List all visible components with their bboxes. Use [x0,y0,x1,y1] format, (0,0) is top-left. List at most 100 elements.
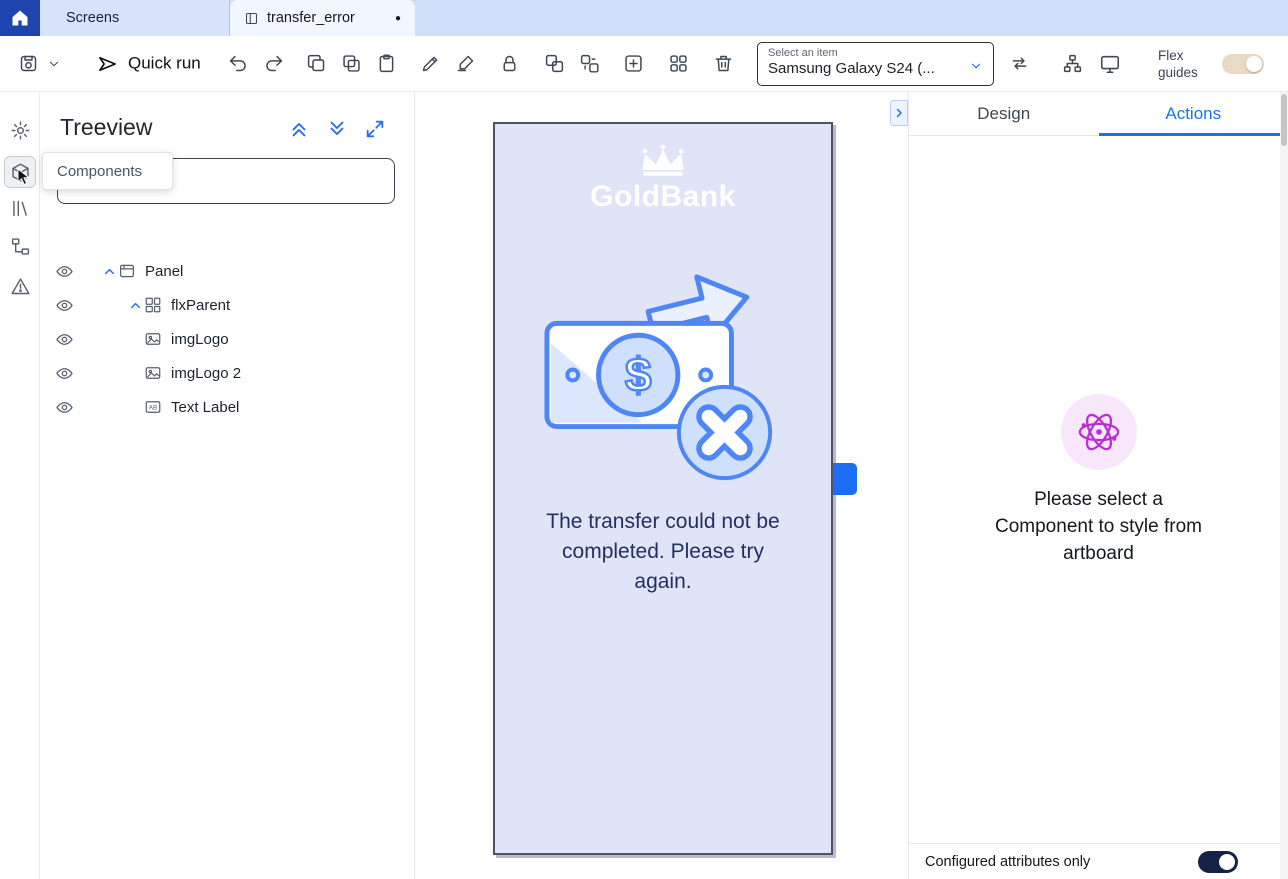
tree-item-label: imgLogo 2 [171,365,241,382]
design-canvas[interactable]: GoldBank $ [415,92,908,879]
left-icon-rail [0,92,40,879]
ungroup-button[interactable] [573,48,605,80]
redo-button[interactable] [257,48,289,80]
templates-button[interactable] [662,48,694,80]
hierarchy-view-button[interactable] [1056,48,1088,80]
preview-button[interactable] [1094,48,1126,80]
delete-button[interactable] [707,48,739,80]
sync-button[interactable] [1003,48,1035,80]
paste-button[interactable] [370,48,402,80]
scrollbar-thumb[interactable] [1281,94,1287,146]
apply-style-button[interactable] [449,48,481,80]
trash-icon [713,53,734,74]
group-icon [544,53,565,74]
toggle-knob [1246,56,1262,72]
collapse-chevron-icon[interactable] [126,298,144,313]
save-button[interactable] [12,48,44,80]
copy-button[interactable] [300,48,332,80]
crown-icon [635,142,691,178]
tree-item-imglogo[interactable]: imgLogo [40,322,415,356]
structure-rail-button[interactable] [4,230,36,262]
settings-rail-button[interactable] [4,114,36,146]
monitor-icon [1099,53,1121,75]
lock-button[interactable] [493,48,525,80]
treeview-header-icons [288,118,386,140]
tab-design[interactable]: Design [909,92,1099,135]
tooltip-text: Components [57,163,142,180]
quick-run-button[interactable]: Quick run [96,52,201,75]
expand-panel-icon[interactable] [364,118,386,140]
redo-icon [263,53,284,74]
visibility-eye-icon[interactable] [55,364,74,383]
hierarchy-icon [1062,53,1083,74]
tab-transfer-error[interactable]: transfer_error ● [230,0,415,36]
configured-attributes-label: Configured attributes only [925,854,1090,870]
grid-icon [668,53,689,74]
duplicate-icon [341,53,362,74]
screen-tab-icon [244,11,259,26]
run-icon [96,52,119,75]
group-button[interactable] [538,48,570,80]
tree-item-textlabel[interactable]: AB Text Label [40,390,415,424]
components-tooltip: Components [42,152,173,190]
tab-actions[interactable]: Actions [1099,92,1288,135]
add-widget-button[interactable] [617,48,649,80]
undo-button[interactable] [222,48,254,80]
tree-item-label: flxParent [171,297,230,314]
chevron-down-icon [969,59,983,73]
phone-artboard[interactable]: GoldBank $ [493,122,833,855]
flex-guides-toggle[interactable] [1222,54,1264,74]
swap-arrows-icon [1009,53,1030,74]
panel-expander-button[interactable] [890,100,908,126]
warnings-rail-button[interactable] [4,270,36,302]
tree-item-imglogo2[interactable]: imgLogo 2 [40,356,415,390]
properties-tabs: Design Actions [909,92,1288,136]
panel-widget-icon [118,262,137,280]
home-icon [10,8,30,28]
pencil-icon [420,53,441,74]
library-rail-button[interactable] [4,192,36,224]
visibility-eye-icon[interactable] [55,330,74,349]
ungroup-icon [579,53,600,74]
image-widget-icon [144,330,163,348]
tab-screens-label: Screens [66,10,119,26]
chevron-down-icon [47,57,61,71]
home-button[interactable] [0,0,40,36]
artboard-resize-handle[interactable] [833,463,857,495]
warning-triangle-icon [10,276,31,297]
tree-item-panel[interactable]: Panel [40,254,415,288]
configured-attributes-toggle[interactable] [1198,851,1238,873]
lock-icon [499,53,520,74]
visibility-eye-icon[interactable] [55,262,74,281]
error-cross-badge-icon [679,387,770,478]
save-menu-button[interactable] [44,48,64,80]
tree-item-flxparent[interactable]: flxParent [40,288,415,322]
copy-icon [306,53,327,74]
device-selector-label: Select an item [768,47,983,59]
expand-all-icon[interactable] [326,118,348,140]
toggle-knob [1219,854,1235,870]
collapse-chevron-icon[interactable] [100,264,118,279]
app-root: Screens transfer_error ● Quick run [0,0,1288,879]
treeview-title: Treeview [60,114,152,141]
undo-icon [228,53,249,74]
brush-icon [455,53,476,74]
device-selector-value: Samsung Galaxy S24 (... [768,60,983,77]
tree-item-label: Panel [145,263,183,280]
duplicate-button[interactable] [335,48,367,80]
tab-screens[interactable]: Screens [40,0,230,36]
tab-design-label: Design [977,104,1030,124]
visibility-eye-icon[interactable] [55,398,74,417]
visibility-eye-icon[interactable] [55,296,74,315]
collapse-all-icon[interactable] [288,118,310,140]
save-icon [18,53,39,74]
properties-panel: Design Actions Please select [908,92,1288,879]
atom-icon [1076,409,1122,455]
vertical-scrollbar [1280,92,1288,879]
copy-style-button[interactable] [414,48,446,80]
flex-guides-label: Flex guides [1158,47,1210,81]
top-tab-strip: Screens transfer_error ● [0,0,1288,36]
svg-text:AB: AB [149,405,157,412]
device-selector[interactable]: Select an item Samsung Galaxy S24 (... [757,42,994,86]
unsaved-dot: ● [395,13,401,24]
